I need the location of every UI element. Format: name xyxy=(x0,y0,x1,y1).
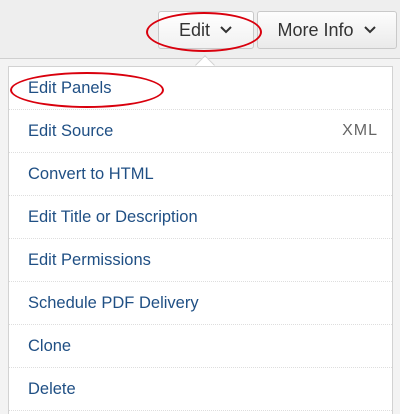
menu-item-label: Edit Title or Description xyxy=(28,207,198,226)
edit-dropdown-menu: Edit Panels Edit Source XML Convert to H… xyxy=(8,66,393,414)
menu-item-label: Schedule PDF Delivery xyxy=(28,293,199,312)
menu-item-delete[interactable]: Delete xyxy=(9,368,392,411)
menu-item-label: Edit Permissions xyxy=(28,250,151,269)
chevron-down-icon xyxy=(363,26,376,34)
edit-dropdown-button[interactable]: Edit xyxy=(158,11,254,49)
more-info-dropdown-button[interactable]: More Info xyxy=(257,11,397,49)
menu-item-clone[interactable]: Clone xyxy=(9,325,392,368)
menu-item-edit-permissions[interactable]: Edit Permissions xyxy=(9,239,392,282)
menu-item-edit-panels[interactable]: Edit Panels xyxy=(9,67,392,110)
edit-button-label: Edit xyxy=(178,19,211,40)
menu-item-convert-to-html[interactable]: Convert to HTML xyxy=(9,153,392,196)
chevron-down-icon xyxy=(220,26,232,34)
menu-item-label: Edit Source xyxy=(28,121,114,140)
menu-item-label: Clone xyxy=(28,336,72,355)
menu-item-schedule-pdf-delivery[interactable]: Schedule PDF Delivery xyxy=(9,282,392,325)
menu-item-label: Delete xyxy=(28,379,76,398)
menu-item-label: Edit Panels xyxy=(28,78,112,97)
menu-item-edit-source[interactable]: Edit Source XML xyxy=(9,110,392,153)
menu-item-hint: XML xyxy=(342,122,378,139)
menu-item-label: Convert to HTML xyxy=(28,164,154,183)
menu-item-edit-title-description[interactable]: Edit Title or Description xyxy=(9,196,392,239)
more-info-button-label: More Info xyxy=(277,19,354,40)
top-toolbar: Edit More Info xyxy=(0,0,400,59)
